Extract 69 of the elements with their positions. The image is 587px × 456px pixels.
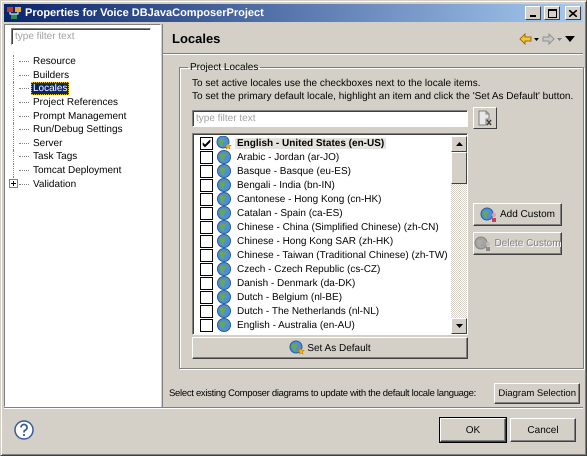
locale-item[interactable]: English - Australia (en-AU) (235, 320, 357, 330)
diagram-selection-button[interactable]: Diagram Selection (494, 383, 580, 404)
group-title: Project Locales (189, 62, 260, 73)
globe-person-icon (474, 236, 492, 252)
checkbox[interactable] (200, 304, 213, 318)
locale-item[interactable]: Catalan - Spain (ca-ES) (235, 208, 345, 218)
menu-icon[interactable] (565, 36, 575, 42)
locale-item[interactable]: Dutch - The Netherlands (nl-NL) (235, 306, 382, 316)
tree-item[interactable]: Prompt Management (31, 110, 128, 123)
tree-item[interactable]: Locales (31, 82, 70, 96)
maximize-icon (548, 8, 556, 18)
locale-item[interactable]: Czech - Czech Republic (cs-CZ) (235, 264, 382, 274)
globe-person-icon (480, 206, 498, 222)
checkbox[interactable] (200, 290, 213, 304)
page-title: Locales (172, 31, 222, 46)
close-icon (569, 10, 577, 16)
locale-item[interactable]: Basque - Basque (eu-ES) (235, 166, 353, 176)
instruction-text: To set the primary default locale, highlight an item and click the 'Set As Default' button. (192, 90, 574, 103)
checkbox[interactable] (200, 206, 213, 220)
checkbox[interactable] (200, 136, 213, 150)
window-title: Properties for Voice DBJavaComposerProject (25, 7, 265, 19)
clear-filter-button[interactable] (473, 107, 497, 129)
close-button[interactable] (565, 6, 581, 20)
tree-item[interactable]: Task Tags (31, 150, 80, 164)
set-as-default-button[interactable]: Set As Default (192, 337, 468, 359)
checkbox[interactable] (200, 276, 213, 290)
cancel-button[interactable]: Cancel (510, 418, 576, 442)
tree-item[interactable]: Tomcat Deployment (31, 164, 124, 178)
ok-button[interactable]: OK (440, 418, 506, 442)
locale-item[interactable]: English - United States (en-US) (235, 138, 386, 148)
checkbox[interactable] (200, 234, 213, 248)
tree-item[interactable]: Run/Debug Settings (31, 123, 125, 136)
checkbox[interactable] (200, 192, 213, 206)
tree-item[interactable]: Server (31, 136, 64, 150)
diagram-note: Select existing Composer diagrams to update with the default locale language: (169, 388, 476, 399)
help-icon[interactable] (14, 420, 34, 440)
checkbox[interactable] (200, 178, 213, 192)
scroll-thumb[interactable] (451, 152, 467, 184)
locale-item[interactable]: Arabic - Jordan (ar-JO) (235, 152, 342, 162)
clear-icon (478, 110, 492, 126)
add-custom-button[interactable]: Add Custom (473, 203, 562, 226)
checkbox[interactable] (200, 150, 213, 164)
tree-item[interactable]: Project References (31, 96, 120, 110)
checkbox[interactable] (200, 248, 213, 262)
checkbox[interactable] (200, 262, 213, 276)
locale-item[interactable]: Chinese - Taiwan (Traditional Chinese) (zh-TW) (235, 250, 450, 260)
locale-item[interactable]: Chinese - China (Simplified Chinese) (zh-CN) (235, 222, 441, 232)
checkbox[interactable] (200, 318, 213, 332)
up-arrow-icon[interactable] (456, 142, 462, 146)
minimize-button[interactable] (525, 6, 541, 20)
checkbox[interactable] (200, 220, 213, 234)
tree-item[interactable]: Builders (31, 68, 72, 82)
instruction-text: To set active locales use the checkboxes next to the locale items. (192, 77, 482, 90)
app-icon (6, 6, 22, 20)
locale-item[interactable]: Bengali - India (bn-IN) (235, 180, 337, 190)
filter-field[interactable]: type filter text (11, 28, 151, 45)
locale-item[interactable]: Chinese - Hong Kong SAR (zh-HK) (235, 236, 396, 246)
down-arrow-icon[interactable] (456, 324, 462, 328)
tree-item[interactable]: Resource (31, 55, 78, 68)
back-arrow-icon[interactable] (519, 32, 539, 44)
maximize-button[interactable] (544, 6, 560, 20)
checkbox[interactable] (200, 164, 213, 178)
locale-item[interactable]: Danish - Denmark (da-DK) (235, 278, 358, 288)
locale-item[interactable]: Dutch - Belgium (nl-BE) (235, 292, 344, 302)
tree-item[interactable]: Validation (31, 178, 78, 191)
expand-icon[interactable] (9, 179, 18, 188)
filter-field[interactable]: type filter text (192, 110, 468, 127)
scrollbar[interactable] (451, 136, 467, 334)
locale-item[interactable]: Cantonese - Hong Kong (cn-HK) (235, 194, 384, 204)
